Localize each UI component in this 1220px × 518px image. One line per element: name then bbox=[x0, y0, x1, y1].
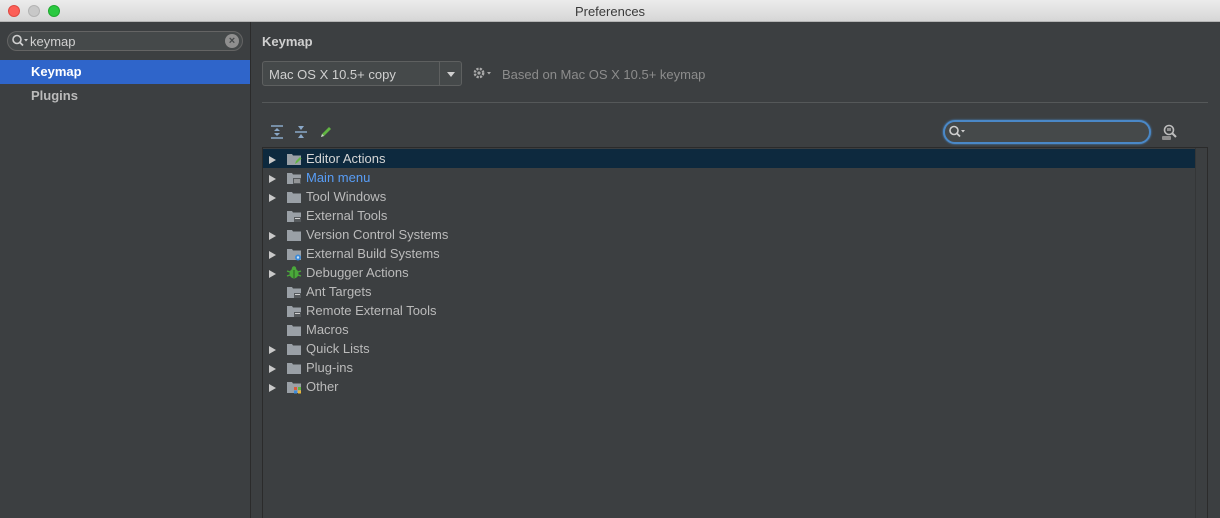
folder-icon bbox=[286, 322, 302, 337]
tree-row-label: External Build Systems bbox=[306, 246, 440, 261]
edit-pencil-icon[interactable] bbox=[318, 124, 334, 140]
tree-row-label: Ant Targets bbox=[306, 284, 372, 299]
tree-row-label: External Tools bbox=[306, 208, 388, 223]
tree-scrollbar[interactable] bbox=[1195, 148, 1207, 518]
collapse-all-icon[interactable] bbox=[293, 124, 309, 140]
tree-row[interactable]: Version Control Systems bbox=[263, 225, 1196, 244]
tree-row[interactable]: Tool Windows bbox=[263, 187, 1196, 206]
tools-folder-icon bbox=[286, 303, 302, 318]
gear-icon[interactable] bbox=[471, 65, 493, 81]
expand-arrow-icon[interactable] bbox=[267, 343, 277, 354]
actions-tree[interactable]: Editor Actions Main menu Tool Windows Exter… bbox=[262, 147, 1208, 518]
expand-all-icon[interactable] bbox=[269, 124, 285, 140]
folder-icon bbox=[286, 189, 302, 204]
window-title: Preferences bbox=[574, 4, 646, 19]
build-folder-icon bbox=[286, 246, 302, 261]
expand-arrow-icon[interactable] bbox=[267, 191, 277, 202]
tree-row-label: Plug-ins bbox=[306, 360, 353, 375]
tree-row-label: Remote External Tools bbox=[306, 303, 437, 318]
keymap-panel: Keymap Mac OS X 10.5+ copy Based on Mac … bbox=[252, 22, 1220, 518]
tree-row-label: Other bbox=[306, 379, 339, 394]
settings-search-input[interactable] bbox=[30, 33, 220, 49]
tree-row[interactable]: Other bbox=[263, 377, 1196, 396]
tools-folder-icon bbox=[286, 208, 302, 223]
chevron-down-icon[interactable] bbox=[445, 68, 457, 80]
tree-row[interactable]: Macros bbox=[263, 320, 1196, 339]
title-bar: Preferences bbox=[0, 0, 1220, 22]
tree-row[interactable]: External Build Systems bbox=[263, 244, 1196, 263]
based-on-text: Based on Mac OS X 10.5+ keymap bbox=[502, 67, 706, 82]
tools-folder-icon bbox=[286, 284, 302, 299]
tree-row-label: Tool Windows bbox=[306, 189, 387, 204]
tree-row[interactable]: Quick Lists bbox=[263, 339, 1196, 358]
folder-icon bbox=[286, 341, 302, 356]
tree-row-label: Quick Lists bbox=[306, 341, 370, 356]
sidebar-item-keymap[interactable]: Keymap bbox=[0, 60, 250, 84]
find-by-shortcut-icon[interactable] bbox=[1161, 123, 1179, 141]
action-search-box[interactable] bbox=[943, 120, 1151, 144]
expand-arrow-icon[interactable] bbox=[267, 362, 277, 373]
folder-icon bbox=[286, 360, 302, 375]
expand-arrow-icon[interactable] bbox=[267, 381, 277, 392]
tree-row[interactable]: Editor Actions bbox=[263, 149, 1196, 168]
folder-icon bbox=[286, 227, 302, 242]
tree-row[interactable]: Plug-ins bbox=[263, 358, 1196, 377]
action-search-input[interactable] bbox=[969, 124, 1139, 140]
tree-row[interactable]: Main menu bbox=[263, 168, 1196, 187]
settings-search-box[interactable]: × bbox=[7, 31, 243, 51]
sidebar: × KeymapPlugins bbox=[0, 22, 251, 518]
expand-arrow-icon[interactable] bbox=[267, 248, 277, 259]
page-title: Keymap bbox=[262, 34, 313, 49]
tree-row-label: Editor Actions bbox=[306, 151, 386, 166]
divider bbox=[262, 102, 1208, 103]
search-icon[interactable] bbox=[948, 124, 966, 140]
keymap-select[interactable]: Mac OS X 10.5+ copy bbox=[262, 61, 462, 86]
clear-search-icon[interactable]: × bbox=[225, 34, 239, 48]
sidebar-item-plugins[interactable]: Plugins bbox=[0, 84, 250, 108]
expand-arrow-icon[interactable] bbox=[267, 267, 277, 278]
tree-row-label: Debugger Actions bbox=[306, 265, 409, 280]
editor-folder-icon bbox=[286, 151, 302, 166]
menu-folder-icon bbox=[286, 170, 302, 185]
expand-arrow-icon[interactable] bbox=[267, 153, 277, 164]
bug-icon bbox=[286, 265, 302, 280]
tree-row[interactable]: Debugger Actions bbox=[263, 263, 1196, 282]
keymap-select-value: Mac OS X 10.5+ copy bbox=[269, 67, 396, 82]
tree-row-label: Macros bbox=[306, 322, 349, 337]
expand-arrow-icon[interactable] bbox=[267, 172, 277, 183]
expand-arrow-icon[interactable] bbox=[267, 229, 277, 240]
tree-row[interactable]: Remote External Tools bbox=[263, 301, 1196, 320]
tree-row-label: Main menu bbox=[306, 170, 371, 185]
search-icon[interactable] bbox=[11, 33, 29, 49]
tree-row[interactable]: Ant Targets bbox=[263, 282, 1196, 301]
other-folder-icon bbox=[286, 379, 302, 394]
tree-row[interactable]: External Tools bbox=[263, 206, 1196, 225]
tree-row-label: Version Control Systems bbox=[306, 227, 449, 242]
